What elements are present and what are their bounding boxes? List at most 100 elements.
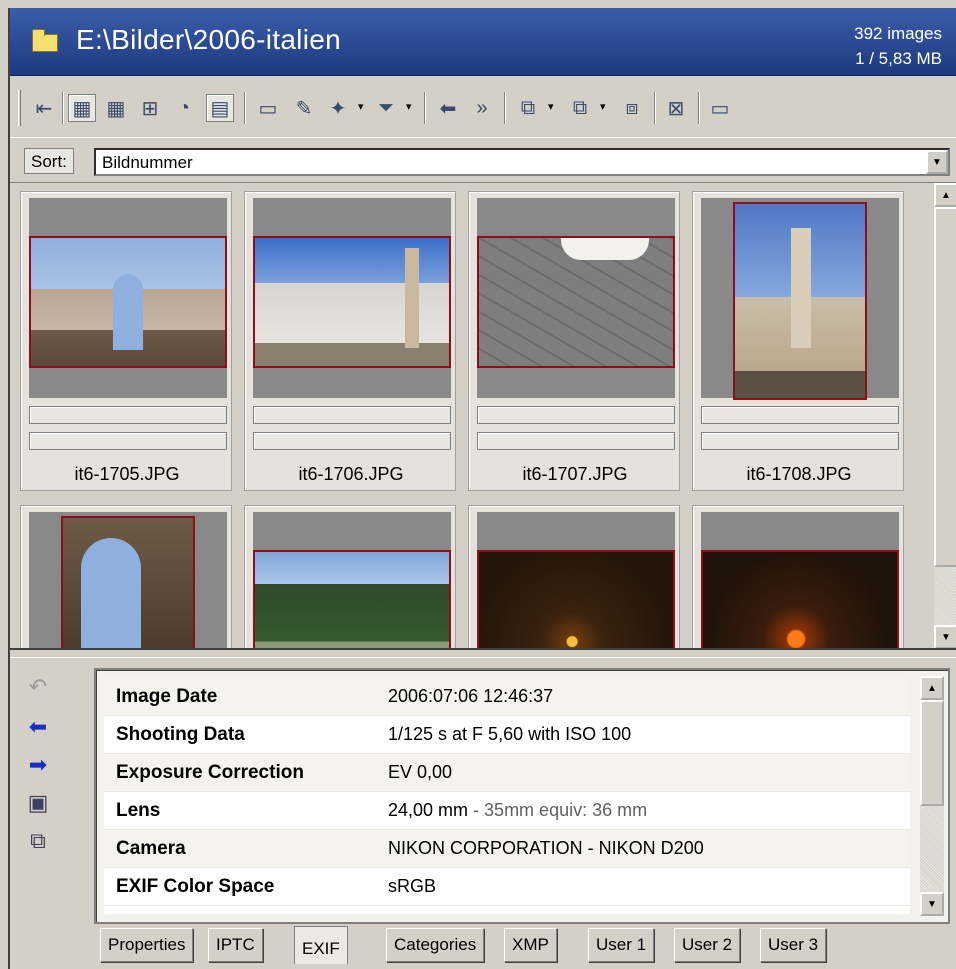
- photo-image: [733, 202, 867, 400]
- thumbnail-item[interactable]: [244, 505, 456, 648]
- toolbar-grip[interactable]: [18, 90, 21, 126]
- thumbnail-frame: [253, 512, 451, 648]
- tab-user-1[interactable]: User 1: [588, 928, 655, 962]
- arrow-right-icon[interactable]: ➡: [24, 751, 52, 779]
- browser-window: E:\Bilder\2006-italien 392 images 1 / 5,…: [8, 8, 956, 969]
- tab-user-2[interactable]: User 2: [674, 928, 741, 962]
- nav-back-icon[interactable]: ⇤: [30, 94, 58, 122]
- panel-splitter[interactable]: [10, 648, 956, 658]
- exif-value: sRGB: [388, 876, 437, 896]
- thumbnail-frame: [477, 512, 675, 648]
- exif-scrollbar[interactable]: ▲ ▼: [920, 676, 944, 916]
- tab-xmp[interactable]: XMP: [504, 928, 557, 962]
- selection-size: 1 / 5,83 MB: [855, 49, 942, 68]
- title-bar: E:\Bilder\2006-italien 392 images 1 / 5,…: [10, 8, 956, 76]
- photo-image: [701, 550, 899, 648]
- exif-value: 2006:07:06 12:46:37: [388, 686, 554, 706]
- thumbnail-frame: [29, 198, 227, 398]
- edit-icon[interactable]: ✎: [290, 94, 318, 122]
- photo-image: [29, 236, 227, 368]
- scroll-up-icon[interactable]: ▲: [920, 676, 944, 700]
- grid-frame-icon[interactable]: ▤: [206, 94, 234, 122]
- color-dropdown-arrow[interactable]: ▾: [358, 100, 364, 113]
- photo-image: [61, 516, 195, 648]
- exif-row: Lens 24,00 mm - 35mm equiv: 36 mm: [104, 792, 910, 830]
- delete-icon[interactable]: ⊠: [662, 94, 690, 122]
- grid-large-icon[interactable]: ▦: [68, 94, 96, 122]
- rating-bar: [253, 406, 451, 424]
- toolbar-separator: [654, 92, 656, 124]
- thumbnail-frame: [477, 198, 675, 398]
- tower-shape: [405, 248, 419, 348]
- thumbnail-item[interactable]: [692, 505, 904, 648]
- copy-icon[interactable]: ⧉: [514, 94, 542, 122]
- thumbnail-item[interactable]: [468, 505, 680, 648]
- thumbnail-frame: [701, 198, 899, 400]
- rotate-right-icon[interactable]: »: [468, 94, 496, 122]
- arrow-left-icon[interactable]: ⬅: [24, 713, 52, 741]
- exif-row: Image Date 2006:07:06 12:46:37: [104, 678, 910, 716]
- toolbar-separator: [424, 92, 426, 124]
- scroll-thumb[interactable]: [934, 207, 956, 567]
- photo-image: [477, 550, 675, 648]
- filter-icon[interactable]: ⏷: [372, 94, 400, 122]
- thumbnail-item[interactable]: it6-1706.JPG: [244, 191, 456, 491]
- tab-user-3[interactable]: User 3: [760, 928, 827, 962]
- copy-data-icon[interactable]: ⧉: [24, 827, 52, 855]
- thumbnail-item[interactable]: [20, 505, 232, 648]
- panel-icon[interactable]: ▭: [706, 94, 734, 122]
- filter-dropdown-arrow[interactable]: ▾: [406, 100, 412, 113]
- exif-value: 24,00 mm - 35mm equiv: 36 mm: [388, 800, 648, 820]
- exif-key: Image Date: [116, 686, 218, 707]
- grid-medium-icon[interactable]: ▦: [102, 94, 130, 122]
- exif-value: 1/125 s at F 5,60 with ISO 100: [388, 724, 632, 744]
- exif-key: Lens: [116, 800, 161, 821]
- photo-image: [253, 550, 451, 648]
- undo-icon[interactable]: ↶: [24, 673, 52, 701]
- move-dropdown-arrow[interactable]: ▾: [600, 100, 606, 113]
- rotate-left-icon[interactable]: ⬅: [434, 94, 462, 122]
- sort-select[interactable]: Bildnummer ▼: [94, 148, 950, 176]
- sort-bar: Sort: Bildnummer ▼: [10, 140, 956, 182]
- rating-bar: [29, 406, 227, 424]
- tab-exif[interactable]: EXIF: [294, 926, 348, 964]
- scroll-up-icon[interactable]: ▲: [934, 183, 956, 207]
- thumbnail-item[interactable]: it6-1705.JPG: [20, 191, 232, 491]
- label-bar: [477, 432, 675, 450]
- folder-icon: [32, 29, 58, 52]
- exif-key: EXIF Color Space: [116, 876, 275, 897]
- image-count: 392 images: [854, 24, 942, 43]
- tab-iptc[interactable]: IPTC: [208, 928, 263, 962]
- chevron-down-icon[interactable]: ▼: [926, 150, 948, 174]
- sort-value: Bildnummer: [102, 153, 193, 172]
- thumbnail-filename: it6-1705.JPG: [74, 464, 180, 484]
- scroll-down-icon[interactable]: ▼: [934, 625, 956, 648]
- exif-value: EV 0,00: [388, 762, 453, 782]
- rating-bar: [477, 406, 675, 424]
- sort-label: Sort:: [24, 148, 74, 174]
- tab-categories[interactable]: Categories: [386, 928, 485, 962]
- compare-icon[interactable]: ⧈: [618, 94, 646, 122]
- thumbnail-filename: it6-1706.JPG: [298, 464, 404, 484]
- thumbnail-item[interactable]: it6-1708.JPG: [692, 191, 904, 491]
- arch-shape: [81, 538, 141, 648]
- photo-image: [253, 236, 451, 368]
- color-icon[interactable]: ✦: [324, 94, 352, 122]
- label-bar: [29, 432, 227, 450]
- exif-value: NIKON CORPORATION - NIKON D200: [388, 838, 704, 858]
- label-bar: [701, 432, 899, 450]
- thumbnail-scrollbar[interactable]: ▲ ▼: [934, 183, 956, 648]
- scroll-down-icon[interactable]: ▼: [920, 892, 944, 916]
- folder-open-icon[interactable]: ▭: [254, 94, 282, 122]
- exif-key: Exposure Correction: [116, 762, 304, 783]
- tab-properties[interactable]: Properties: [100, 928, 194, 962]
- grid-small-icon[interactable]: ⊞: [136, 94, 164, 122]
- copy-dropdown-arrow[interactable]: ▾: [548, 100, 554, 113]
- scroll-thumb[interactable]: [920, 700, 944, 806]
- slideshow-icon[interactable]: ◔: [170, 94, 198, 122]
- thumbnail-frame: [253, 198, 451, 398]
- exif-row: Exposure Correction EV 0,00: [104, 754, 910, 792]
- move-icon[interactable]: ⧉: [566, 94, 594, 122]
- edit-fields-icon[interactable]: ▣: [24, 789, 52, 817]
- thumbnail-item[interactable]: it6-1707.JPG: [468, 191, 680, 491]
